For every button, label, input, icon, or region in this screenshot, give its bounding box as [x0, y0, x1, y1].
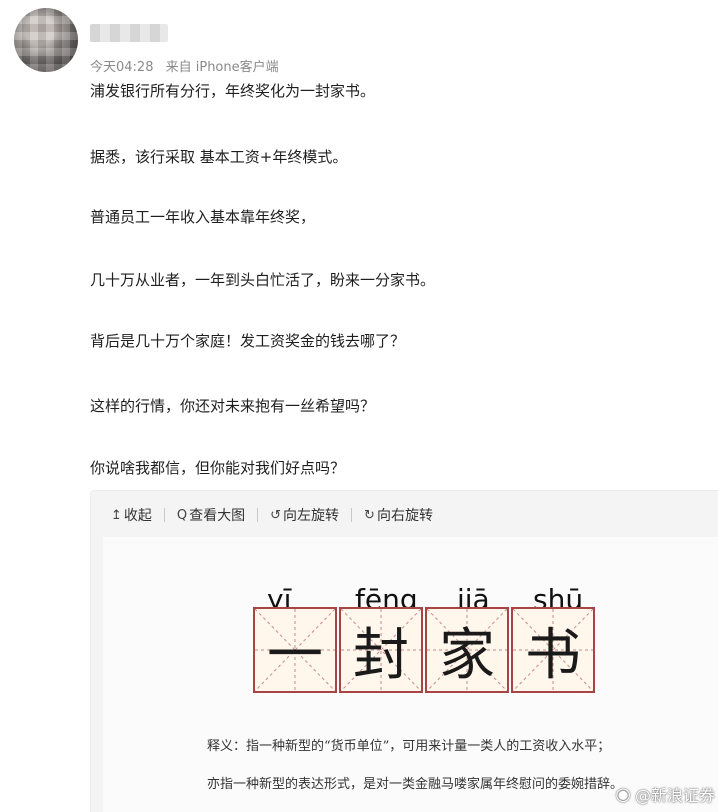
search-icon: Q: [176, 507, 188, 523]
username-blurred[interactable]: [90, 24, 168, 42]
rotate-right-button[interactable]: ↻ 向右旋转: [364, 505, 433, 525]
rotate-left-icon: ↺: [270, 507, 282, 523]
rotate-left-button[interactable]: ↺ 向左旋转: [270, 505, 339, 525]
character: 书: [525, 622, 581, 688]
toolbar-divider: [163, 508, 165, 522]
character-grid: 一: [253, 607, 337, 693]
view-large-label: 查看大图: [189, 508, 246, 524]
collapse-icon: ↥: [111, 507, 122, 523]
post-meta: 今天04:28 来自 iPhone客户端: [90, 56, 279, 75]
rotate-left-label: 向左旋转: [283, 508, 340, 524]
character-grid: 封: [339, 607, 423, 693]
collapse-label: 收起: [123, 508, 152, 524]
weibo-watermark: ◉ @新浪证券: [615, 782, 715, 806]
post-text-line: 你说啥我都信，但你能对我们好点吗？: [90, 459, 346, 477]
post-source: 来自 iPhone客户端: [165, 60, 279, 75]
definition-line: 释义：指一种新型的“货币单位”，可用来计量一类人的工资收入水平；: [207, 739, 611, 754]
rotate-right-icon: ↻: [364, 507, 375, 523]
toolbar-divider: [257, 508, 259, 522]
weibo-logo-icon: ◉: [615, 783, 631, 805]
post-text-line: 背后是几十万个家庭！发工资奖金的钱去哪了？: [90, 332, 406, 350]
post-text-line: 几十万从业者，一年到头白忙活了，盼来一分家书。: [90, 271, 436, 289]
post-text-line: 这样的行情，你还对未来抱有一丝希望吗？: [90, 397, 376, 415]
post-text-line: 普通员工一年收入基本靠年终奖，: [90, 208, 316, 226]
definition-line: 亦指一种新型的表达形式，是对一类金融马喽家属年终慰问的委婉措辞。: [207, 777, 624, 792]
image-viewer-card: ↥ 收起 Q 查看大图 ↺ 向左旋转 ↻ 向右旋转 yī fēng jiā sh…: [90, 490, 718, 812]
character-grid: 书: [511, 607, 595, 693]
rotate-right-label: 向右旋转: [376, 508, 433, 524]
post-image[interactable]: yī fēng jiā shū 一 封 家 书 释义：指一种新型的“货币单位”，…: [103, 537, 718, 812]
image-toolbar: ↥ 收起 Q 查看大图 ↺ 向左旋转 ↻ 向右旋转: [111, 503, 433, 527]
character: 一: [267, 622, 323, 688]
collapse-button[interactable]: ↥ 收起: [111, 505, 152, 525]
view-large-button[interactable]: Q 查看大图: [177, 505, 245, 525]
character-grid: 家: [425, 607, 509, 693]
post-time[interactable]: 今天04:28: [90, 60, 153, 75]
character: 家: [439, 622, 495, 688]
character: 封: [353, 622, 409, 688]
avatar[interactable]: [14, 8, 78, 72]
post-text-line: 据悉，该行采取 基本工资+年终模式。: [90, 148, 348, 166]
watermark-text: @新浪证券: [634, 786, 715, 805]
toolbar-divider: [351, 508, 353, 522]
post-text-line: 浦发银行所有分行，年终奖化为一封家书。: [90, 82, 376, 100]
